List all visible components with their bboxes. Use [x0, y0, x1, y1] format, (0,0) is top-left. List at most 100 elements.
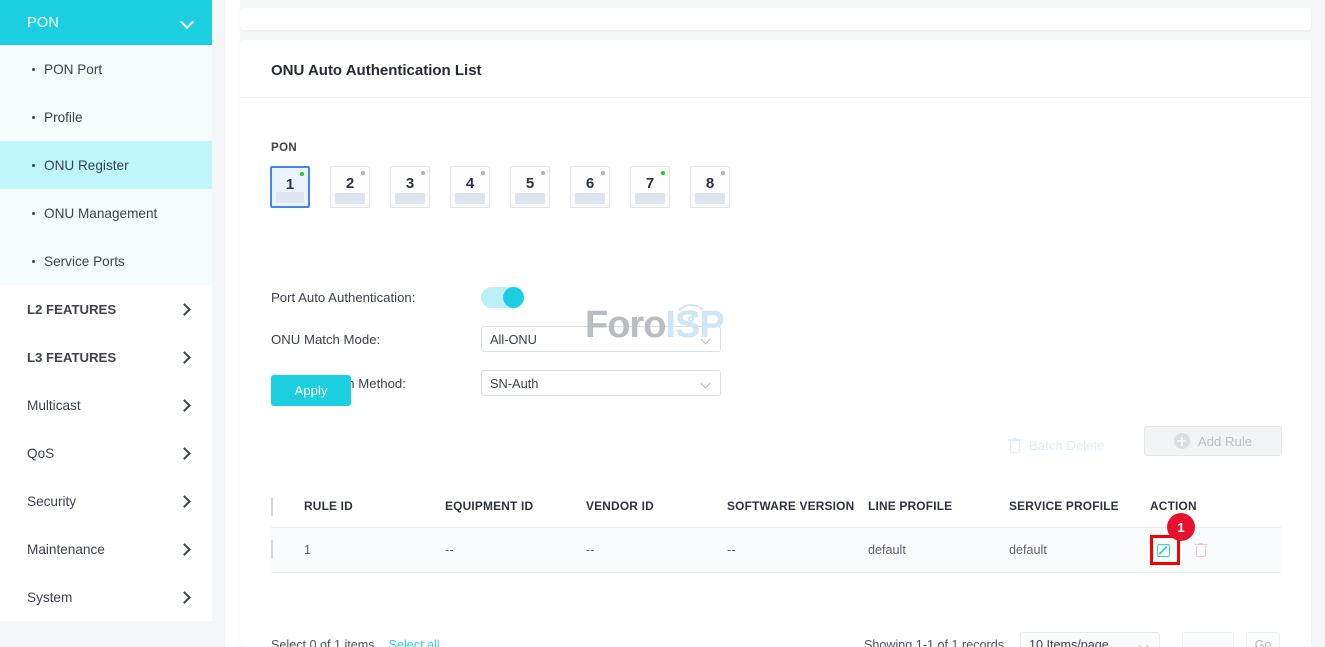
authentication-method-value: SN-Auth	[490, 376, 538, 391]
cell-vendor-id: --	[586, 543, 727, 557]
sidebar-item-profile[interactable]: Profile	[0, 93, 212, 141]
annotation-badge: 1	[1167, 513, 1195, 541]
sidebar-group-pon[interactable]: PON	[0, 0, 212, 45]
table-header-row: RULE ID EQUIPMENT ID VENDOR ID SOFTWARE …	[271, 486, 1281, 528]
column-header-rule-id: RULE ID	[304, 499, 445, 514]
batch-delete-button[interactable]: Batch Delete	[1008, 438, 1105, 453]
chevron-right-icon	[179, 448, 190, 459]
cell-rule-id: 1	[304, 543, 445, 557]
pon-port-2[interactable]: 2	[330, 166, 370, 208]
sidebar-item-label: ONU Management	[44, 206, 157, 221]
port-bar	[395, 193, 425, 204]
select-all-cell	[271, 498, 304, 516]
sidebar-item-service-ports[interactable]: Service Ports	[0, 237, 212, 285]
port-number: 1	[286, 177, 294, 192]
top-panel	[240, 8, 1311, 30]
sidebar-group-label: L3 FEATURES	[27, 350, 116, 365]
chevron-right-icon	[179, 592, 190, 603]
bullet-icon	[32, 164, 35, 167]
sidebar-item-onu-management[interactable]: ONU Management	[0, 189, 212, 237]
sidebar-item-onu-register[interactable]: ONU Register	[0, 141, 212, 189]
sidebar-group-label: QoS	[27, 446, 54, 461]
toggle-knob	[503, 287, 524, 308]
pon-port-3[interactable]: 3	[390, 166, 430, 208]
sidebar-item-label: PON Port	[44, 62, 102, 77]
sidebar-item-label: Service Ports	[44, 254, 125, 269]
selection-info-bar: Select 0 of 1 items Select all	[271, 638, 440, 647]
port-number: 8	[706, 176, 714, 191]
sidebar-item-label: Profile	[44, 110, 83, 125]
sidebar-group-security[interactable]: Security	[0, 477, 212, 525]
pon-port-4[interactable]: 4	[450, 166, 490, 208]
sidebar-group-maintenance[interactable]: Maintenance	[0, 525, 212, 573]
sidebar-group-multicast[interactable]: Multicast	[0, 381, 212, 429]
port-status-icon	[541, 171, 545, 175]
pon-port-6[interactable]: 6	[570, 166, 610, 208]
port-bar	[575, 193, 605, 204]
authentication-method-select[interactable]: SN-Auth	[481, 370, 721, 396]
add-rule-button[interactable]: Add Rule	[1144, 426, 1282, 456]
go-button[interactable]: Go	[1246, 632, 1280, 647]
pon-port-7[interactable]: 7	[630, 166, 670, 208]
row-checkbox[interactable]	[271, 540, 273, 559]
onu-match-mode-select[interactable]: All-ONU	[481, 326, 721, 352]
chevron-down-icon	[181, 16, 194, 29]
sidebar-group-system[interactable]: System	[0, 573, 212, 621]
pon-port-1[interactable]: 1	[270, 166, 310, 208]
sidebar-item-pon-port[interactable]: PON Port	[0, 45, 212, 93]
chevron-down-icon	[702, 380, 711, 389]
main-content: ONU Auto Authentication List PON 1 2 3	[240, 0, 1325, 647]
port-number: 3	[406, 176, 414, 191]
port-status-icon	[361, 171, 365, 175]
row-select-cell	[271, 541, 304, 559]
page-size-select[interactable]: 10 Items/page	[1020, 632, 1160, 647]
pon-port-8[interactable]: 8	[690, 166, 730, 208]
sidebar-group-l3-features[interactable]: L3 FEATURES	[0, 333, 212, 381]
column-header-equipment-id: EQUIPMENT ID	[445, 499, 586, 514]
trash-icon	[1008, 438, 1021, 453]
column-header-vendor-id: VENDOR ID	[586, 499, 727, 514]
page-root: PON PON Port Profile ONU Register ONU Ma…	[0, 0, 1325, 647]
pon-port-5[interactable]: 5	[510, 166, 550, 208]
delete-rule-button[interactable]	[1194, 543, 1207, 558]
select-all-checkbox[interactable]	[271, 497, 273, 516]
sidebar-scrollbar[interactable]	[212, 0, 225, 647]
cell-line-profile: default	[868, 543, 1009, 557]
chevron-right-icon	[179, 496, 190, 507]
apply-button[interactable]: Apply	[271, 375, 351, 406]
sidebar-gutter	[225, 0, 240, 647]
port-number: 4	[466, 176, 474, 191]
cell-equipment-id: --	[445, 543, 586, 557]
sidebar-group-pon-label: PON	[27, 15, 59, 31]
sidebar-submenu: PON Port Profile ONU Register ONU Manage…	[0, 45, 212, 285]
port-bar	[335, 193, 365, 204]
chevron-down-icon	[702, 336, 711, 345]
port-status-icon	[481, 171, 485, 175]
edit-rule-button[interactable]: 1	[1150, 535, 1180, 565]
select-all-link[interactable]: Select all	[389, 638, 440, 647]
port-bar	[455, 193, 485, 204]
onu-match-mode-value: All-ONU	[490, 332, 537, 347]
cell-service-profile: default	[1009, 543, 1150, 557]
table-row[interactable]: 1 -- -- -- default default 1	[271, 528, 1281, 573]
pon-selector-label: PON	[271, 142, 297, 154]
column-header-service-profile: SERVICE PROFILE	[1009, 499, 1150, 514]
title-divider	[240, 97, 1311, 98]
port-auto-auth-toggle[interactable]	[481, 287, 524, 308]
page-number-input[interactable]	[1182, 632, 1234, 647]
sidebar-group-label: System	[27, 590, 72, 605]
sidebar-group-qos[interactable]: QoS	[0, 429, 212, 477]
plus-icon	[1174, 433, 1190, 449]
selection-count: Select 0 of 1 items	[271, 638, 375, 647]
column-header-software-version: SOFTWARE VERSION	[727, 499, 868, 514]
sidebar: PON PON Port Profile ONU Register ONU Ma…	[0, 0, 212, 647]
chevron-right-icon	[179, 304, 190, 315]
sidebar-group-label: Multicast	[27, 398, 81, 413]
edit-icon	[1157, 542, 1173, 558]
page-title: ONU Auto Authentication List	[271, 62, 482, 79]
sidebar-group-l2-features[interactable]: L2 FEATURES	[0, 285, 212, 333]
column-header-line-profile: LINE PROFILE	[868, 499, 1009, 514]
bullet-icon	[32, 212, 35, 215]
port-number: 2	[346, 176, 354, 191]
chevron-right-icon	[179, 544, 190, 555]
